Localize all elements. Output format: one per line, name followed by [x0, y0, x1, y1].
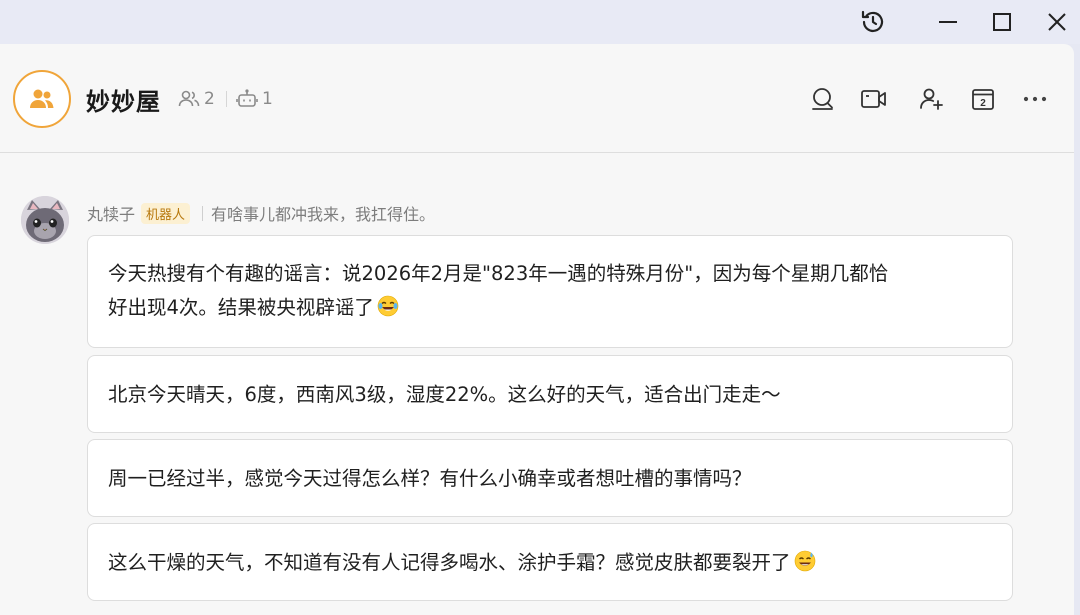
- message-text: 这么干燥的天气，不知道有没有人记得多喝水、涂护手霜？感觉皮肤都要裂开了: [108, 546, 992, 580]
- minimize-icon[interactable]: [931, 6, 965, 38]
- bot-count-value: 1: [262, 89, 273, 109]
- members-icon: [178, 90, 200, 107]
- svg-text:2: 2: [980, 98, 986, 109]
- sender-info: 丸犊子 机器人 有啥事儿都冲我来，我扛得住。: [87, 201, 435, 225]
- bot-badge: 机器人: [141, 202, 191, 224]
- window-titlebar: [0, 0, 1080, 44]
- sender-divider: [202, 205, 204, 221]
- message-bubble[interactable]: 这么干燥的天气，不知道有没有人记得多喝水、涂护手霜？感觉皮肤都要裂开了: [87, 523, 1013, 601]
- message-text: 周一已经过半，感觉今天过得怎么样？有什么小确幸或者想吐槽的事情吗？: [108, 467, 752, 490]
- message-text: 今天热搜有个有趣的谣言：说2026年2月是"823年一遇的特殊月份"，因为每个星…: [108, 262, 889, 319]
- group-people-icon: [30, 89, 54, 108]
- message-bubble[interactable]: 北京今天晴天，6度，西南风3级，湿度22%。这么好的天气，适合出门走走～: [87, 355, 1013, 433]
- add-member-icon[interactable]: [916, 84, 946, 114]
- robot-icon: [236, 89, 258, 107]
- more-icon[interactable]: [1020, 84, 1050, 114]
- chat-header: 妙妙屋 2 1 2: [0, 44, 1074, 153]
- group-title: 妙妙屋: [86, 88, 161, 116]
- search-icon[interactable]: [808, 84, 838, 114]
- group-avatar[interactable]: [13, 70, 71, 128]
- maximize-icon[interactable]: [985, 6, 1019, 38]
- calendar-icon[interactable]: 2: [968, 84, 998, 114]
- meta-divider: [226, 91, 227, 107]
- message-bubble[interactable]: 今天热搜有个有趣的谣言：说2026年2月是"823年一遇的特殊月份"，因为每个星…: [87, 235, 1013, 348]
- history-icon[interactable]: [856, 6, 890, 38]
- member-count-value: 2: [204, 89, 215, 109]
- member-count[interactable]: 2: [178, 89, 215, 109]
- close-icon[interactable]: [1040, 6, 1074, 38]
- sender-signature: 有啥事儿都冲我来，我扛得住。: [211, 205, 436, 224]
- bot-count[interactable]: 1: [236, 89, 273, 109]
- laughing-tears-emoji: [377, 294, 399, 317]
- chat-panel: 妙妙屋 2 1 2 丸犊子 机器人 有啥事儿都冲我来，我扛得住。 今天热搜有个有…: [0, 44, 1074, 615]
- sender-name[interactable]: 丸犊子: [87, 201, 135, 225]
- message-bubble[interactable]: 周一已经过半，感觉今天过得怎么样？有什么小确幸或者想吐槽的事情吗？: [87, 439, 1013, 517]
- video-call-icon[interactable]: [859, 84, 889, 114]
- sweat-smile-emoji: [794, 549, 816, 572]
- message-text: 北京今天晴天，6度，西南风3级，湿度22%。这么好的天气，适合出门走走～: [108, 383, 781, 406]
- sender-avatar[interactable]: [21, 196, 69, 244]
